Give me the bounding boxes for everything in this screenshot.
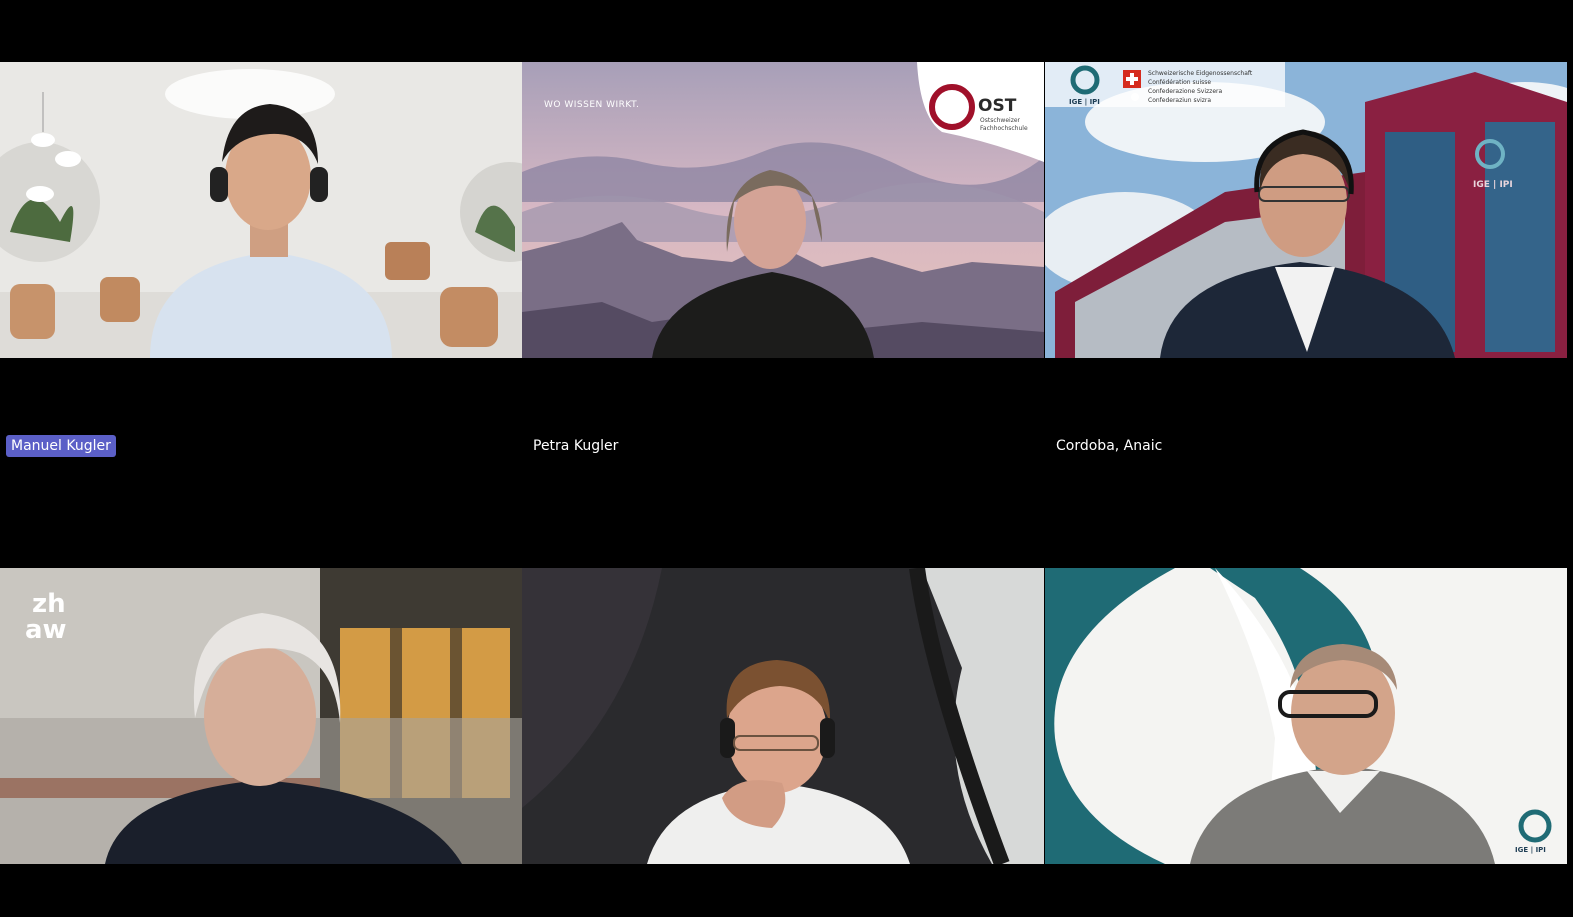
participant-name-petra-kugler: Petra Kugler xyxy=(533,438,619,454)
video-feed xyxy=(0,568,522,864)
ost-logo-text: OST xyxy=(978,96,1017,116)
video-feed xyxy=(1045,62,1567,358)
swiss-confederation-line-2: Confédération suisse xyxy=(1148,79,1212,86)
zhaw-logo-line-2: aw xyxy=(25,615,67,645)
participant-name-cordoba-anaic: Cordoba, Anaic xyxy=(1056,438,1163,454)
building-sign-text: IGE | IPI xyxy=(1473,180,1513,190)
video-feed xyxy=(0,62,522,358)
video-tile-participant-4[interactable]: zh aw xyxy=(0,568,522,864)
ige-logo-text: IGE | IPI xyxy=(1069,98,1100,106)
video-tile-petra-kugler[interactable]: WO WISSEN WIRKT. OST Ostschweizer Fachho… xyxy=(522,62,1044,358)
video-feed xyxy=(1045,568,1567,864)
swiss-confederation-line-4: Confederaziun svizra xyxy=(1148,97,1212,104)
video-tile-participant-5[interactable] xyxy=(522,568,1044,864)
ost-subtitle-2: Fachhochschule xyxy=(980,125,1028,132)
video-tile-participant-6[interactable]: IGE | IPI xyxy=(1045,568,1567,864)
video-tile-manuel-kugler[interactable] xyxy=(0,62,522,358)
swiss-confederation-line-1: Schweizerische Eidgenossenschaft xyxy=(1148,70,1253,77)
video-tile-cordoba-anaic[interactable]: IGE | IPI Schweizerische Eidgenossenscha… xyxy=(1045,62,1567,358)
zhaw-logo-line-1: zh xyxy=(32,589,66,619)
ost-subtitle-1: Ostschweizer xyxy=(980,117,1021,124)
swiss-confederation-line-3: Confederazione Svizzera xyxy=(1148,88,1223,95)
video-feed xyxy=(522,568,1044,864)
ost-tagline: WO WISSEN WIRKT. xyxy=(544,100,640,110)
participant-name-manuel-kugler: Manuel Kugler xyxy=(6,435,116,457)
ige-corner-logo-text: IGE | IPI xyxy=(1515,846,1546,854)
